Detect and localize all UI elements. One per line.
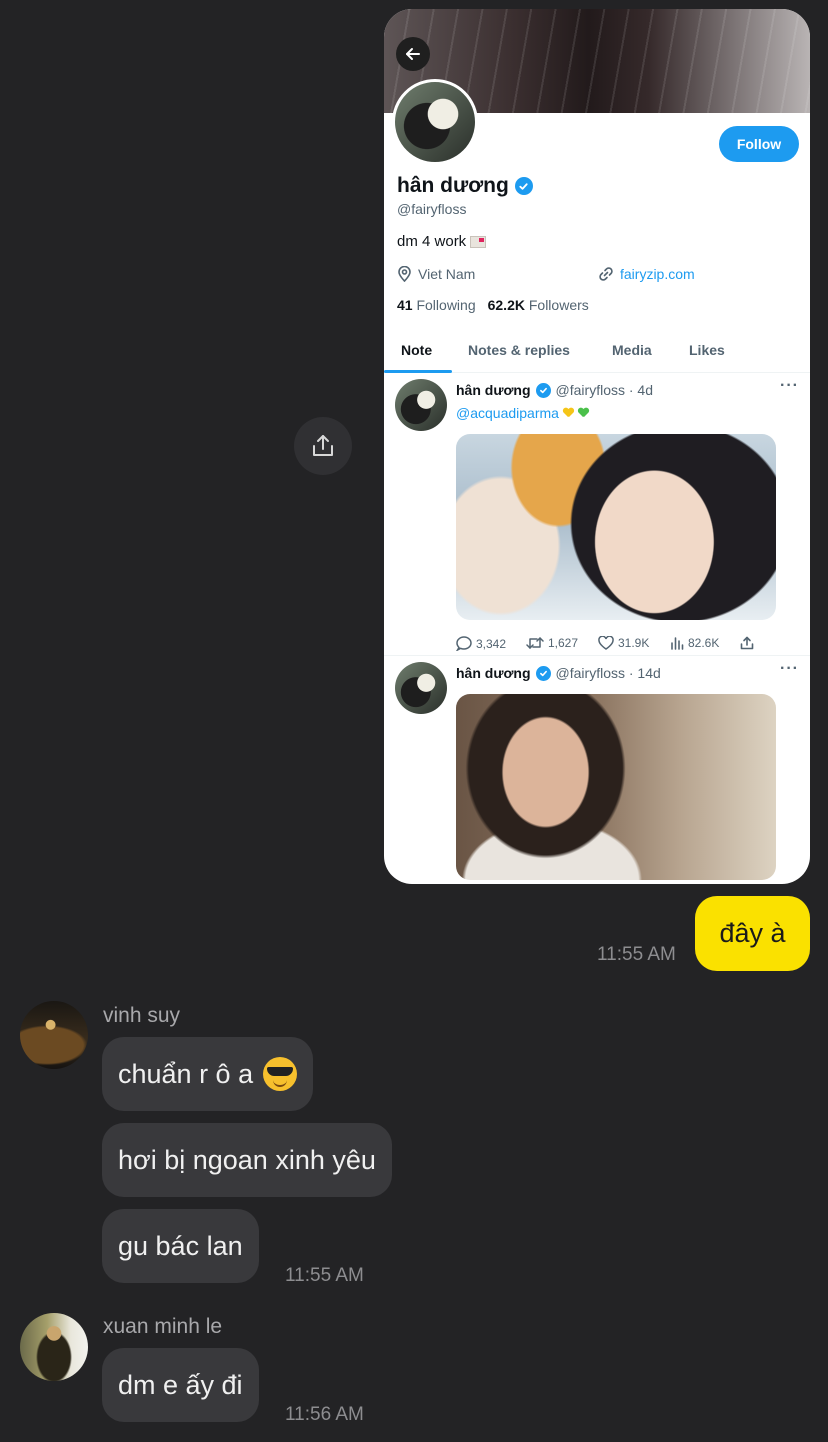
incoming-message-bubble[interactable]: gu bác lan (102, 1209, 259, 1283)
profile-bio-text: dm 4 work (397, 233, 467, 250)
message-timestamp: 11:55 AM (597, 944, 676, 965)
map-pin-icon (398, 266, 411, 282)
like-count: 31.9K (618, 636, 650, 650)
bar-chart-icon (671, 637, 684, 650)
tweet-photo[interactable] (456, 694, 776, 880)
tweet-meta: @fairyfloss · 14d (555, 665, 661, 681)
sunglasses-emoji-icon (263, 1057, 298, 1091)
outgoing-message-bubble[interactable]: đây à (695, 896, 810, 971)
retweet-icon (526, 637, 544, 649)
tweet-text: @acquadiparma (456, 405, 589, 421)
tweet-divider (384, 655, 810, 656)
reply-count: 3,342 (476, 636, 507, 651)
back-button[interactable] (396, 37, 430, 71)
profile-stats: 41 Following 62.2K Followers (397, 297, 589, 313)
followers-label: Followers (528, 297, 589, 313)
arrow-left-icon (406, 48, 420, 60)
message-text: gu bác lan (118, 1230, 243, 1261)
following-label: Following (416, 297, 476, 313)
message-timestamp: 11:55 AM (285, 1265, 364, 1286)
heart-icon (598, 636, 614, 650)
follow-button[interactable]: Follow (719, 126, 799, 162)
sender-name: vinh suy (103, 1004, 181, 1027)
tweet-photo[interactable] (456, 434, 776, 620)
yellow-heart-icon (563, 408, 574, 418)
link-icon (599, 267, 613, 281)
location-text: Viet Nam (418, 266, 476, 282)
share-icon (740, 636, 754, 650)
verified-badge-icon (514, 177, 533, 195)
profile-avatar[interactable] (392, 79, 478, 165)
incoming-message-bubble[interactable]: chuẩn r ô a (102, 1037, 314, 1111)
tab-media[interactable]: Media (612, 327, 652, 373)
following-stat[interactable]: 41 Following (397, 297, 476, 313)
tweet-author-name: hân dương (456, 665, 531, 681)
sender-name: xuan minh le (103, 1315, 223, 1338)
envelope-icon (470, 235, 487, 248)
tweet-avatar[interactable] (395, 662, 447, 714)
reply-action[interactable]: 3,342 (456, 636, 506, 651)
message-text: chuẩn r ô a (118, 1058, 254, 1089)
views-count: 82.6K (688, 636, 720, 650)
tab-notes-replies[interactable]: Notes & replies (468, 327, 570, 373)
profile-handle: @fairyfloss (397, 201, 467, 217)
share-button[interactable] (294, 417, 352, 475)
avatar[interactable] (20, 1001, 88, 1069)
following-count: 41 (397, 297, 413, 313)
profile-display-name: hân dương (397, 174, 509, 197)
retweet-count: 1,627 (548, 636, 579, 650)
tweet-meta: @fairyfloss · 4d (555, 382, 653, 398)
tab-likes[interactable]: Likes (689, 327, 725, 373)
views-action[interactable]: 82.6K (670, 636, 719, 650)
reply-icon (456, 636, 472, 651)
website-link[interactable]: fairyzip.com (620, 266, 695, 282)
tweet-header: hân dương @fairyfloss · 4d (456, 382, 653, 398)
retweet-action[interactable]: 1,627 (526, 636, 578, 650)
profile-website[interactable]: fairyzip.com (598, 266, 695, 282)
tweet-mention-link[interactable]: @acquadiparma (456, 405, 559, 421)
more-options-icon[interactable]: ··· (780, 377, 799, 395)
tab-note[interactable]: Note (401, 327, 432, 373)
verified-badge-icon (535, 382, 551, 398)
message-text: dm e ấy đi (118, 1369, 243, 1400)
profile-location: Viet Nam (397, 266, 475, 282)
tweet-avatar[interactable] (395, 379, 447, 431)
share-icon (313, 435, 333, 456)
profile-bio: dm 4 work (397, 233, 487, 250)
message-text: hơi bị ngoan xinh yêu (118, 1144, 376, 1175)
active-tab-indicator (384, 370, 452, 373)
profile-tabs: Note Notes & replies Media Likes (384, 327, 810, 373)
profile-name-row: hân dương (397, 174, 533, 198)
followers-stat[interactable]: 62.2K Followers (488, 297, 589, 313)
followers-count: 62.2K (487, 297, 525, 313)
tweet-header: hân dương @fairyfloss · 14d (456, 665, 661, 681)
message-timestamp: 11:56 AM (285, 1404, 364, 1425)
avatar[interactable] (20, 1313, 88, 1381)
incoming-message-bubble[interactable]: hơi bị ngoan xinh yêu (102, 1123, 392, 1197)
like-action[interactable]: 31.9K (598, 636, 649, 650)
share-tweet-action[interactable] (740, 636, 754, 650)
verified-badge-icon (535, 665, 551, 681)
incoming-message-bubble[interactable]: dm e ấy đi (102, 1348, 259, 1422)
green-heart-icon (578, 408, 589, 418)
shared-profile-screenshot[interactable]: Follow hân dương @fairyfloss dm 4 work V… (384, 9, 810, 884)
more-options-icon[interactable]: ··· (780, 660, 799, 678)
tweet-author-name: hân dương (456, 382, 531, 398)
